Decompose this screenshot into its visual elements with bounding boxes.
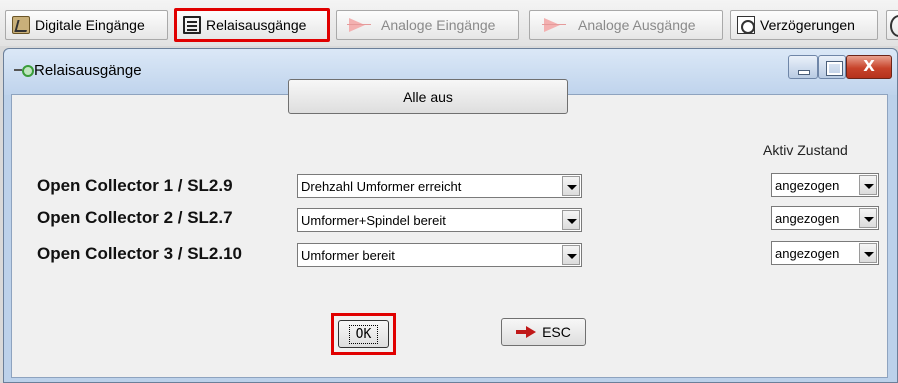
analog-outputs-label: Analoge Ausgänge [578, 17, 696, 33]
row-label-oc3: Open Collector 3 / SL2.10 [37, 244, 243, 263]
arrow-right-icon [516, 326, 538, 338]
active-state-header: Aktiv Zustand [763, 142, 848, 158]
state-select-oc1[interactable]: angezogen [771, 173, 879, 197]
ok-button[interactable]: OK [338, 320, 389, 348]
window-icon [14, 65, 34, 77]
function-value-oc3: Umformer bereit [301, 247, 395, 263]
relay-outputs-label: Relaisausgänge [206, 17, 307, 33]
chevron-down-icon[interactable] [562, 176, 580, 196]
row-label-oc1: Open Collector 1 / SL2.9 [37, 176, 233, 195]
chevron-down-icon[interactable] [859, 243, 877, 263]
digital-inputs-label: Digitale Eingänge [35, 17, 145, 33]
delays-button[interactable]: Verzögerungen [730, 10, 878, 40]
state-value-oc3: angezogen [775, 245, 840, 261]
delay-icon [737, 16, 755, 34]
close-icon: X [863, 57, 875, 75]
state-select-oc3[interactable]: angezogen [771, 241, 879, 265]
dialog-title: Relaisausgänge [34, 62, 142, 79]
esc-button[interactable]: ESC [501, 318, 586, 346]
module-toolbar: Digitale Eingänge Relaisausgänge Analoge… [0, 0, 898, 46]
esc-button-label: ESC [542, 324, 571, 340]
function-select-oc3[interactable]: Umformer bereit [297, 243, 582, 267]
chevron-down-icon[interactable] [859, 175, 877, 195]
delays-label: Verzögerungen [760, 17, 855, 33]
analog-inputs-label: Analoge Eingänge [381, 17, 496, 33]
next-module-button[interactable] [886, 10, 898, 40]
minimize-button[interactable] [788, 55, 818, 79]
analog-outputs-icon [542, 16, 566, 34]
relay-outputs-button[interactable]: Relaisausgänge [174, 8, 330, 42]
digital-inputs-button[interactable]: Digitale Eingänge [5, 10, 168, 40]
chevron-down-icon[interactable] [562, 245, 580, 265]
state-select-oc2[interactable]: angezogen [771, 206, 879, 230]
chevron-down-icon[interactable] [859, 208, 877, 228]
state-value-oc1: angezogen [775, 177, 840, 193]
row-label-oc2: Open Collector 2 / SL2.7 [37, 208, 233, 227]
chevron-down-icon[interactable] [562, 210, 580, 230]
function-select-oc2[interactable]: Umformer+Spindel bereit [297, 208, 582, 232]
digital-inputs-icon [12, 16, 30, 34]
ok-button-label: OK [348, 324, 379, 344]
relay-outputs-icon [183, 16, 201, 34]
all-off-button[interactable]: Alle aus [288, 79, 568, 114]
analog-outputs-button[interactable]: Analoge Ausgänge [529, 10, 723, 40]
function-value-oc1: Drehzahl Umformer erreicht [301, 178, 462, 194]
dialog-client-area [11, 94, 888, 378]
function-value-oc2: Umformer+Spindel bereit [301, 212, 446, 228]
close-button[interactable]: X [846, 55, 892, 79]
analog-inputs-icon [347, 16, 371, 34]
state-value-oc2: angezogen [775, 210, 840, 226]
maximize-button[interactable] [818, 55, 846, 79]
analog-inputs-button[interactable]: Analoge Eingänge [336, 10, 519, 40]
function-select-oc1[interactable]: Drehzahl Umformer erreicht [297, 174, 582, 198]
